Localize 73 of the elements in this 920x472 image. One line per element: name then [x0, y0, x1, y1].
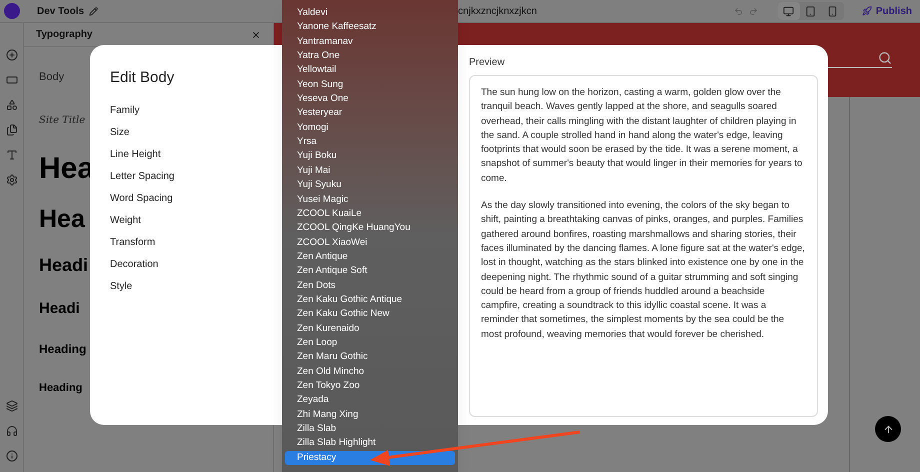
add-icon[interactable]	[6, 49, 18, 61]
font-option[interactable]: Yusei Magic	[285, 192, 455, 207]
preview-paragraph: The sun hung low on the horizon, casting a warm, golden glow over the tranquil beach. Waves gently lapped at the shore, and seagulls soared overhead, their calls mingling with the distant laughter of children playing in the sand. A couple strolled hand in hand along the water's edge, leaving footprints that would soon be erased by the tide. It was a serene moment, a snapshot of summer's beauty that would linger in their memories for years to come.	[481, 86, 804, 186]
font-option[interactable]: Yatra One	[285, 49, 455, 64]
page-name: cnjkxzncjknxzjkcn	[458, 4, 537, 18]
close-icon[interactable]	[251, 30, 261, 40]
edit-pencil-icon[interactable]	[89, 6, 98, 16]
font-option[interactable]: Yuji Mai	[285, 164, 455, 178]
mobile-icon	[827, 6, 838, 16]
modal-title: Edit Body	[110, 68, 174, 88]
font-option[interactable]: Zen Antique	[285, 250, 455, 264]
font-option[interactable]: Yesteryear	[285, 106, 455, 121]
font-option[interactable]: ZCOOL XiaoWei	[285, 236, 455, 250]
font-option[interactable]: Zen Kaku Gothic New	[285, 307, 455, 322]
arrow-up-icon	[882, 424, 894, 434]
font-option[interactable]: Zilla Slab	[285, 422, 455, 436]
font-option[interactable]: Zen Loop	[285, 336, 455, 350]
typography-style-item[interactable]: Body	[39, 72, 64, 82]
font-option[interactable]: Zen Kurenaido	[285, 322, 455, 336]
font-option[interactable]: Yuji Boku	[285, 149, 455, 164]
section-icon[interactable]	[6, 74, 18, 86]
tablet-icon	[805, 6, 816, 16]
font-option[interactable]: Yaldevi	[285, 6, 455, 20]
desktop-icon	[783, 6, 794, 16]
font-option[interactable]: Yanone Kaffeesatz	[285, 20, 455, 35]
property-label[interactable]: Letter Spacing	[110, 169, 174, 184]
font-option[interactable]: Yuji Syuku	[285, 178, 455, 192]
info-icon[interactable]	[6, 450, 18, 462]
panel-title: Typography	[36, 28, 92, 42]
font-option[interactable]: Yantramanav	[285, 34, 455, 50]
font-option[interactable]: Yrsa	[285, 135, 455, 150]
property-label[interactable]: Line Height	[110, 147, 161, 162]
search-icon[interactable]	[878, 51, 892, 65]
font-option[interactable]: Zen Old Mincho	[285, 364, 455, 379]
headset-icon[interactable]	[6, 425, 18, 437]
typography-style-item[interactable]: Headi	[39, 300, 80, 316]
property-label[interactable]: Decoration	[110, 257, 158, 272]
font-option[interactable]: Zhi Mang Xing	[285, 408, 455, 422]
typography-style-item[interactable]: Hea	[39, 206, 85, 232]
font-option[interactable]: Zen Maru Gothic	[285, 350, 455, 365]
desktop-view-button[interactable]	[778, 2, 800, 20]
property-label[interactable]: Size	[110, 125, 130, 140]
font-option[interactable]: Yeon Sung	[285, 78, 455, 92]
font-option[interactable]: Zen Dots	[285, 278, 455, 293]
font-option[interactable]: Yomogi	[285, 120, 455, 136]
settings-icon[interactable]	[6, 174, 18, 186]
property-label[interactable]: Weight	[110, 213, 141, 228]
typography-style-item[interactable]: Site Title	[39, 116, 86, 126]
property-label[interactable]: Transform	[110, 235, 156, 250]
font-option[interactable]: ZCOOL KuaiLe	[285, 206, 455, 222]
property-label[interactable]: Style	[110, 279, 132, 294]
font-option[interactable]: Yeseva One	[285, 92, 455, 106]
rocket-icon	[862, 6, 872, 16]
app-title: Dev Tools	[37, 4, 84, 18]
layers-icon[interactable]	[6, 400, 18, 412]
pages-icon[interactable]	[6, 124, 18, 136]
font-option[interactable]: Zen Tokyo Zoo	[285, 378, 455, 394]
typography-style-item[interactable]: Headi	[39, 256, 88, 274]
preview-label: Preview	[469, 56, 506, 70]
components-icon[interactable]	[6, 99, 18, 111]
preview-paragraph: As the day slowly transitioned into evening, the colors of the sky began to shift, painting a breathtaking canvas of pinks, oranges, and purples. Families gathered around bonfires, roasting marshmallows and sharing stories, their faces illuminated by the dancing flames. A lone figure sat at the water's edge, lost in thought, watching as the stars blinked into existence one by one in the deepening night. The rhythmic sound of a guitar strumming and soft singing could be heard from a group of friends huddled around a beachside campfire, creating a soundtrack to this idyllic coastal scene. It was a reminder that sometimes, the simplest moments by the sea could be the most profound, weaving memories that would forever be cherished.	[481, 199, 806, 342]
font-option[interactable]: Zen Kaku Gothic Antique	[285, 292, 455, 308]
font-option[interactable]: Yellowtail	[285, 63, 455, 78]
font-option[interactable]: ZCOOL QingKe HuangYou	[285, 221, 455, 236]
property-label[interactable]: Word Spacing	[110, 191, 173, 206]
font-option[interactable]: Zeyada	[285, 393, 455, 408]
typography-style-item[interactable]: Heading	[39, 382, 82, 394]
typography-style-item[interactable]: Heading	[39, 343, 86, 355]
font-option[interactable]: Zen Antique Soft	[285, 264, 455, 279]
font-option[interactable]: Zilla Slab Highlight	[285, 436, 455, 451]
logo-icon[interactable]	[4, 3, 20, 19]
property-label[interactable]: Family	[110, 103, 140, 118]
typography-icon[interactable]	[6, 149, 18, 161]
